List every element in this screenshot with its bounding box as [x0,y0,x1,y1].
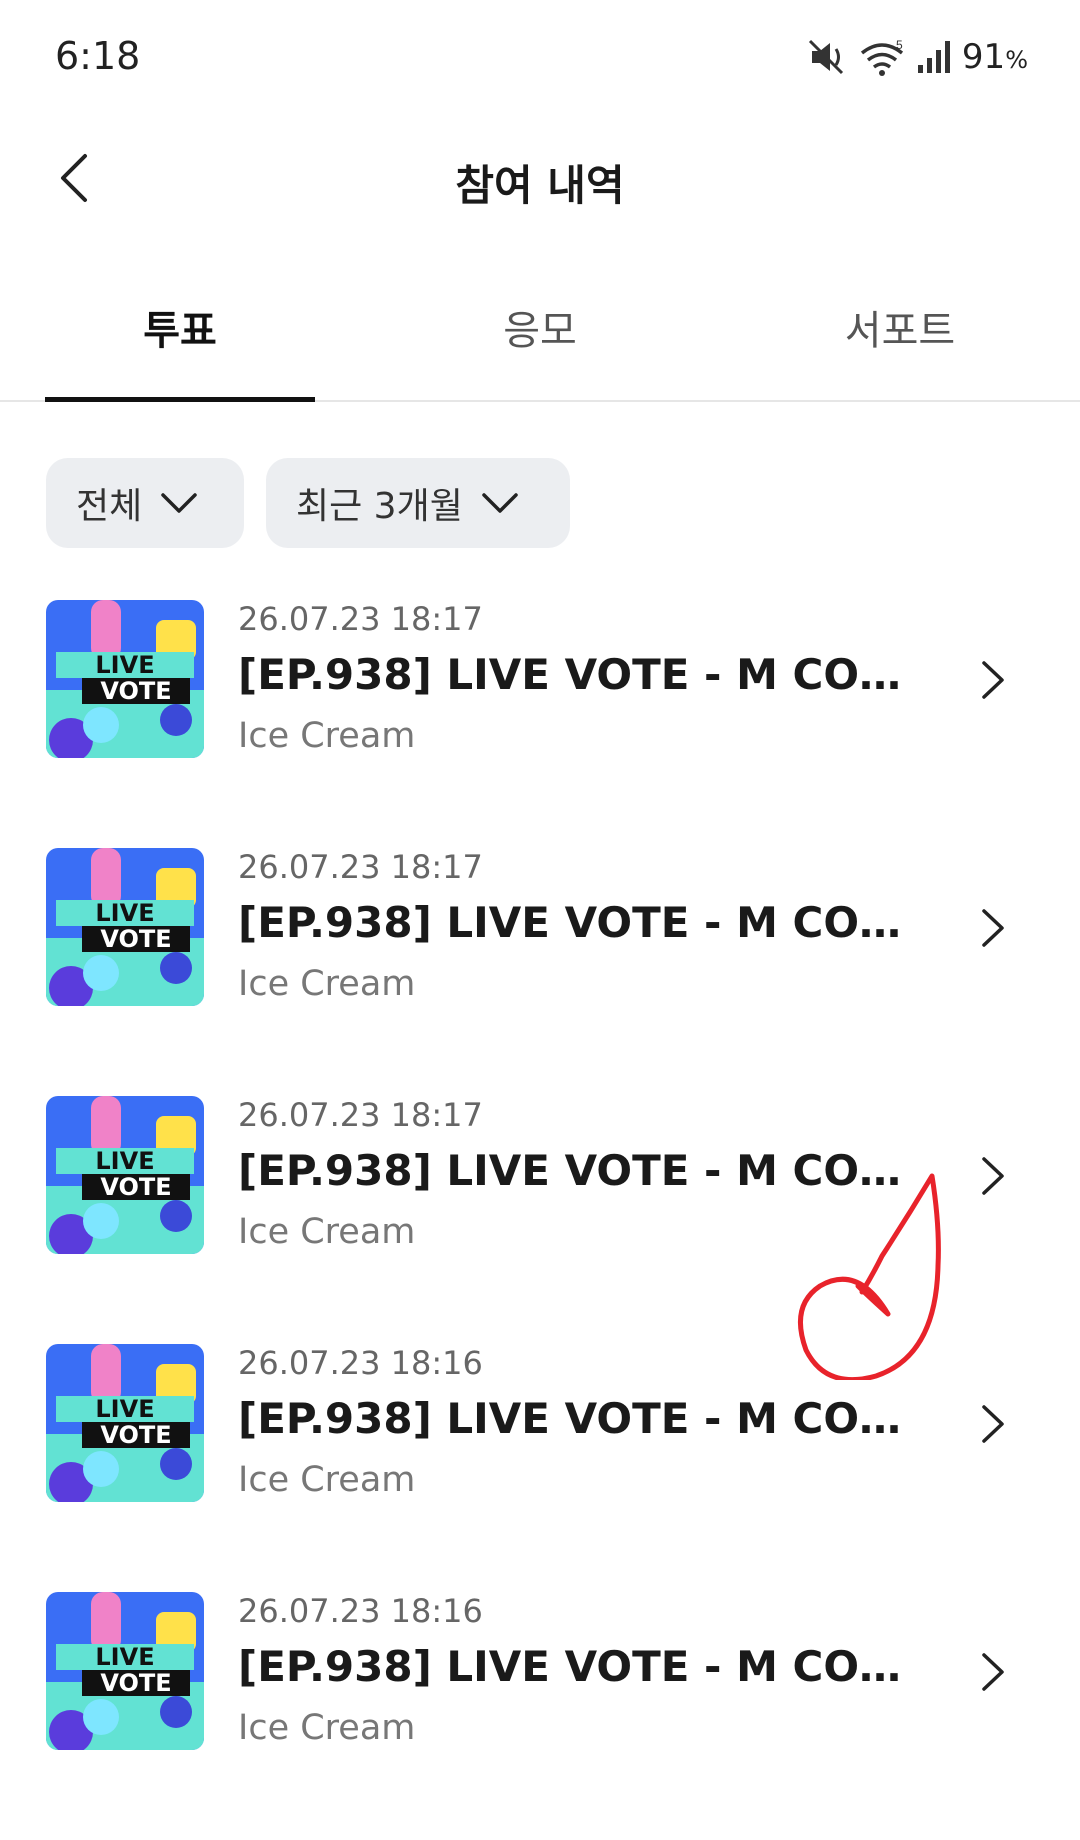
svg-text:5: 5 [896,38,903,52]
chevron-down-icon [161,493,197,513]
active-tab-indicator [45,397,315,402]
item-title: [EP.938] LIVE VOTE - M COUN... [238,1146,928,1195]
item-title: [EP.938] LIVE VOTE - M COUN... [238,1394,928,1443]
battery-level: 91% [961,37,1028,77]
tab-entry[interactable]: 응모 [405,298,675,358]
header: 참여 내역 [0,120,1080,240]
chevron-down-icon [482,493,518,513]
list-item[interactable]: LIVE VOTE 26.07.23 18:16 [EP.938] LIVE V… [0,1344,1080,1592]
item-artist: Ice Cream [238,1708,416,1748]
chevron-right-icon [982,1405,1004,1443]
live-vote-thumbnail: LIVE VOTE [46,1592,204,1750]
status-bar: 6:18 5 91% [0,0,1080,110]
thumbnail-text-vote: VOTE [100,1669,171,1697]
filter-bar: 전체 최근 3개월 [46,458,570,548]
live-vote-thumbnail: LIVE VOTE [46,848,204,1006]
item-title: [EP.938] LIVE VOTE - M COUN... [238,1642,928,1691]
category-filter-dropdown[interactable]: 전체 [46,458,244,548]
period-filter-label: 최근 3개월 [296,486,463,527]
thumbnail-text-live: LIVE [95,899,154,927]
thumbnail-text-live: LIVE [95,1147,154,1175]
item-artist: Ice Cream [238,1460,416,1500]
item-date: 26.07.23 18:16 [238,1592,483,1630]
item-date: 26.07.23 18:17 [238,1096,483,1134]
list-item[interactable]: LIVE VOTE 26.07.23 18:17 [EP.938] LIVE V… [0,600,1080,848]
thumbnail-text-vote: VOTE [100,1173,171,1201]
tab-vote[interactable]: 투표 [45,298,315,358]
live-vote-thumbnail: LIVE VOTE [46,1344,204,1502]
status-time: 6:18 [55,34,141,78]
tab-support[interactable]: 서포트 [765,298,1035,358]
chevron-right-icon [982,909,1004,947]
item-artist: Ice Cream [238,716,416,756]
list-item[interactable]: LIVE VOTE 26.07.23 18:17 [EP.938] LIVE V… [0,1096,1080,1344]
chevron-right-icon [982,1653,1004,1691]
item-date: 26.07.23 18:16 [238,1344,483,1382]
chevron-right-icon [982,1157,1004,1195]
list-item[interactable]: LIVE VOTE 26.07.23 18:17 [EP.938] LIVE V… [0,848,1080,1096]
item-date: 26.07.23 18:17 [238,848,483,886]
live-vote-thumbnail: LIVE VOTE [46,600,204,758]
item-title: [EP.938] LIVE VOTE - M COUN... [238,898,928,947]
status-icons: 5 91% [808,34,1028,80]
item-date: 26.07.23 18:17 [238,600,483,638]
list-item[interactable]: LIVE VOTE 26.07.23 18:16 [EP.938] LIVE V… [0,1592,1080,1840]
wifi-icon: 5 [860,38,904,76]
item-title: [EP.938] LIVE VOTE - M COUN... [238,650,928,699]
page-title: 참여 내역 [455,161,625,210]
period-filter-dropdown[interactable]: 최근 3개월 [266,458,570,548]
thumbnail-text-vote: VOTE [100,1421,171,1449]
thumbnail-text-live: LIVE [95,651,154,679]
thumbnail-text-vote: VOTE [100,677,171,705]
chevron-right-icon [982,661,1004,699]
item-artist: Ice Cream [238,964,416,1004]
live-vote-thumbnail: LIVE VOTE [46,1096,204,1254]
category-filter-label: 전체 [76,486,143,527]
item-artist: Ice Cream [238,1212,416,1252]
tab-bar: 투표 응모 서포트 [0,270,1080,402]
thumbnail-text-live: LIVE [95,1643,154,1671]
mute-icon [808,39,843,75]
vote-history-list: LIVE VOTE 26.07.23 18:17 [EP.938] LIVE V… [0,600,1080,1840]
thumbnail-text-live: LIVE [95,1395,154,1423]
thumbnail-text-vote: VOTE [100,925,171,953]
signal-icon [917,41,950,73]
